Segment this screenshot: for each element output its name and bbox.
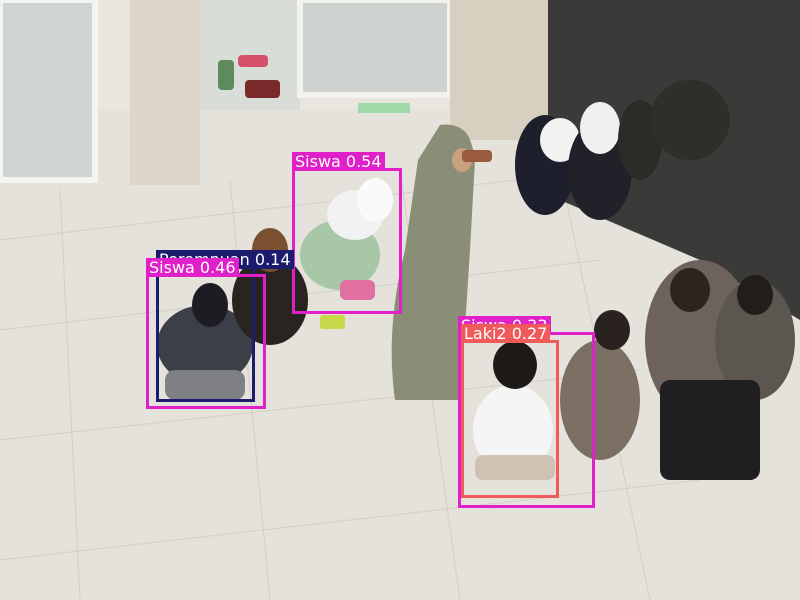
window-frame	[297, 0, 453, 98]
sandal-1	[238, 55, 268, 67]
bag	[245, 80, 280, 98]
detection-box-laki2: Laki2 0.27	[461, 324, 559, 498]
detection-label: Laki2 0.27	[461, 324, 551, 343]
detection-box-siswa-center: Siswa 0.54	[292, 152, 402, 314]
detection-box-siswa-left: Siswa 0.46	[146, 258, 266, 409]
detection-label: Siswa 0.54	[292, 152, 385, 171]
pillar-left	[130, 0, 200, 185]
green-sign	[358, 103, 410, 113]
detection-label: Siswa 0.46	[146, 258, 239, 277]
sandal-2	[218, 60, 234, 90]
camera-frame: Siswa 0.54 Perempuan 0.14 Siswa 0.46 Sis…	[0, 0, 800, 600]
door-left	[0, 0, 98, 183]
